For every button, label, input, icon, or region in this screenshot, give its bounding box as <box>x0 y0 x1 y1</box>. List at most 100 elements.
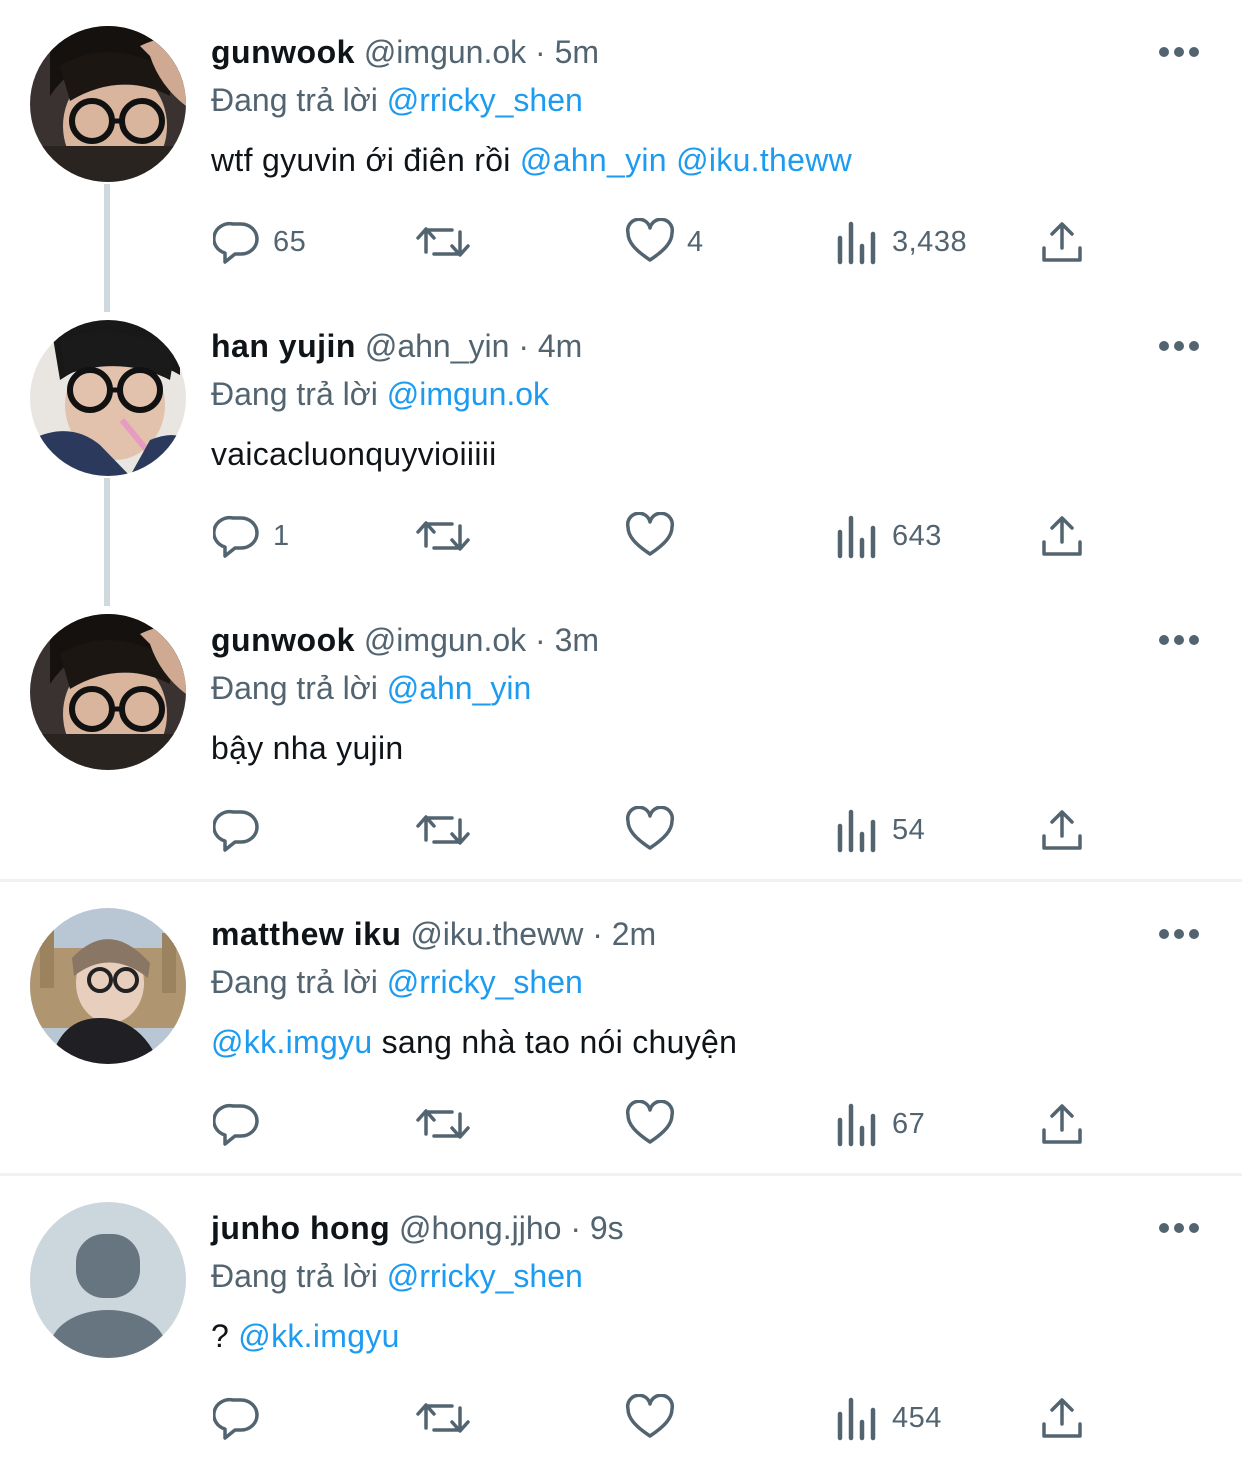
user-photo-glasses <box>30 26 186 182</box>
more-options-icon[interactable] <box>1158 922 1200 946</box>
display-name[interactable]: gunwook <box>211 622 355 658</box>
retweet-button[interactable] <box>414 804 472 856</box>
username[interactable]: @iku.theww <box>410 916 583 952</box>
user-photo-glasses <box>30 614 186 770</box>
replying-to-label: Đang trả lời <box>211 964 378 1000</box>
timestamp[interactable]: 2m <box>612 916 656 952</box>
replying-to-mention[interactable]: @rricky_shen <box>387 964 583 1000</box>
share-icon <box>1042 810 1082 850</box>
avatar[interactable] <box>30 26 186 182</box>
mention-link[interactable]: @ahn_yin @iku.theww <box>520 142 852 178</box>
mention-link[interactable]: @kk.imgyu <box>238 1318 399 1354</box>
retweet-button[interactable] <box>414 510 472 562</box>
default-avatar-icon <box>30 1202 186 1358</box>
separator-dot: · <box>570 1210 581 1246</box>
views-chart-icon <box>837 515 876 559</box>
replying-to-mention[interactable]: @rricky_shen <box>387 1258 583 1294</box>
tweet-header: gunwook @imgun.ok · 5m <box>211 30 599 74</box>
heart-icon <box>625 1394 675 1438</box>
replying-to-mention[interactable]: @ahn_yin <box>387 670 532 706</box>
views-button[interactable]: 54 <box>834 804 925 856</box>
reply-count: 65 <box>273 225 307 258</box>
share-button[interactable] <box>1040 1392 1084 1444</box>
username[interactable]: @imgun.ok <box>364 34 526 70</box>
timestamp[interactable]: 3m <box>555 622 599 658</box>
username[interactable]: @imgun.ok <box>364 622 526 658</box>
retweet-icon <box>416 1403 470 1433</box>
view-count: 643 <box>892 519 942 552</box>
more-options-icon[interactable] <box>1158 1216 1200 1240</box>
tweet[interactable]: han yujin @ahn_yin · 4m Đang trả lời @im… <box>0 294 1242 588</box>
share-button[interactable] <box>1040 1098 1084 1150</box>
retweet-button[interactable] <box>414 216 472 268</box>
views-button[interactable]: 643 <box>834 510 942 562</box>
replying-to-mention[interactable]: @rricky_shen <box>387 82 583 118</box>
tweet-text: bậy nha yujin <box>211 726 403 770</box>
display-name[interactable]: gunwook <box>211 34 355 70</box>
timestamp[interactable]: 4m <box>538 328 582 364</box>
like-button[interactable] <box>625 510 675 562</box>
like-button[interactable] <box>625 1098 675 1150</box>
mention-link[interactable]: @kk.imgyu <box>211 1024 372 1060</box>
retweet-icon <box>416 1109 470 1139</box>
tweet-text-part: vaicacluonquyvioiiiii <box>211 436 497 472</box>
like-button[interactable]: 4 <box>625 216 704 268</box>
retweet-icon <box>416 521 470 551</box>
timestamp[interactable]: 9s <box>590 1210 624 1246</box>
replying-to-label: Đang trả lời <box>211 670 378 706</box>
avatar[interactable] <box>30 614 186 770</box>
views-button[interactable]: 3,438 <box>834 216 967 268</box>
reply-button[interactable]: 1 <box>213 510 290 562</box>
tweet-text-part: bậy nha yujin <box>211 730 404 766</box>
replying-to-mention[interactable]: @imgun.ok <box>387 376 549 412</box>
separator-dot: · <box>518 328 529 364</box>
reply-icon <box>213 221 259 264</box>
reply-button[interactable]: 65 <box>213 216 306 268</box>
retweet-button[interactable] <box>414 1098 472 1150</box>
replying-to-label: Đang trả lời <box>211 376 378 412</box>
views-button[interactable]: 454 <box>834 1392 942 1444</box>
reply-button[interactable] <box>213 1392 261 1444</box>
replying-to: Đang trả lời @imgun.ok <box>211 372 549 416</box>
tweet[interactable]: gunwook @imgun.ok · 3m Đang trả lời @ahn… <box>0 588 1242 882</box>
share-button[interactable] <box>1040 510 1084 562</box>
replying-to: Đang trả lời @rricky_shen <box>211 1254 583 1298</box>
display-name[interactable]: matthew iku <box>211 916 401 952</box>
username[interactable]: @hong.jjho <box>399 1210 561 1246</box>
display-name[interactable]: junho hong <box>211 1210 390 1246</box>
reply-icon <box>213 1103 259 1146</box>
share-button[interactable] <box>1040 804 1084 856</box>
like-button[interactable] <box>625 804 675 856</box>
heart-icon <box>625 806 675 850</box>
separator-dot: · <box>592 916 603 952</box>
share-button[interactable] <box>1040 216 1084 268</box>
avatar[interactable] <box>30 908 186 1064</box>
tweet-text-part: ? <box>211 1318 239 1354</box>
avatar[interactable] <box>30 320 186 476</box>
like-button[interactable] <box>625 1392 675 1444</box>
action-bar: 67 <box>0 1078 1242 1174</box>
reply-count: 1 <box>273 519 290 552</box>
more-options-icon[interactable] <box>1158 334 1200 358</box>
more-options-icon[interactable] <box>1158 40 1200 64</box>
action-bar: 65 4 3,438 <box>0 196 1242 292</box>
more-options-icon[interactable] <box>1158 628 1200 652</box>
avatar[interactable] <box>30 1202 186 1358</box>
reply-button[interactable] <box>213 804 261 856</box>
tweet-header: matthew iku @iku.theww · 2m <box>211 912 656 956</box>
reply-button[interactable] <box>213 1098 261 1150</box>
views-button[interactable]: 67 <box>834 1098 925 1150</box>
display-name[interactable]: han yujin <box>211 328 356 364</box>
timestamp[interactable]: 5m <box>555 34 599 70</box>
tweet-header: han yujin @ahn_yin · 4m <box>211 324 582 368</box>
separator-dot: · <box>535 622 546 658</box>
username[interactable]: @ahn_yin <box>365 328 510 364</box>
tweet[interactable]: matthew iku @iku.theww · 2m Đang trả lời… <box>0 882 1242 1176</box>
share-icon <box>1042 516 1082 556</box>
like-count: 4 <box>687 225 704 258</box>
heart-icon <box>625 1100 675 1144</box>
tweet[interactable]: gunwook @imgun.ok · 5m Đang trả lời @rri… <box>0 0 1242 294</box>
retweet-button[interactable] <box>414 1392 472 1444</box>
tweet[interactable]: junho hong @hong.jjho · 9s Đang trả lời … <box>0 1176 1242 1470</box>
tweet-header: junho hong @hong.jjho · 9s <box>211 1206 624 1250</box>
